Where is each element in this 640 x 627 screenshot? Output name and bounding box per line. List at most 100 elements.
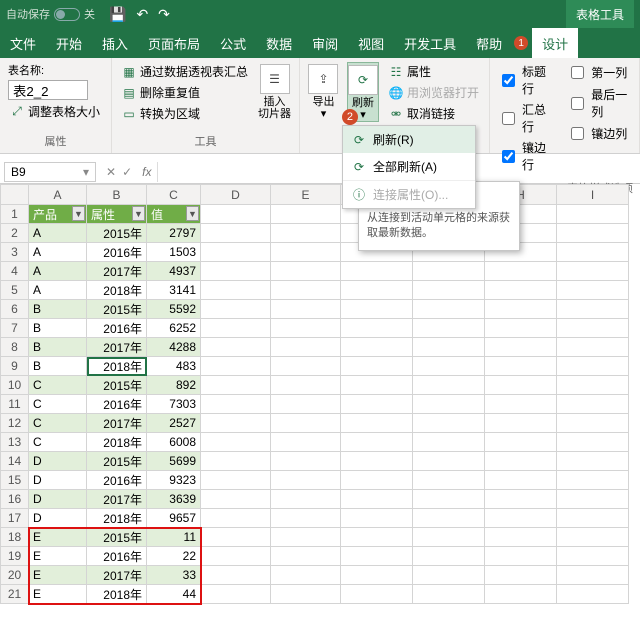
confirm-icon[interactable]: ✓ [122, 165, 132, 179]
cell-H7[interactable] [485, 319, 557, 338]
cell-B21[interactable]: 2018年 [87, 585, 147, 604]
cell-A7[interactable]: B [29, 319, 87, 338]
cell-G20[interactable] [413, 566, 485, 585]
cell-I7[interactable] [557, 319, 629, 338]
convert-range-button[interactable]: ▭转换为区域 [120, 104, 250, 123]
cell-H20[interactable] [485, 566, 557, 585]
refresh-button[interactable]: ⟳ 刷新▾ 2 [347, 62, 379, 122]
cell-B4[interactable]: 2017年 [87, 262, 147, 281]
cell-B13[interactable]: 2018年 [87, 433, 147, 452]
row-header[interactable]: 17 [1, 509, 29, 528]
cell-I19[interactable] [557, 547, 629, 566]
cell-A4[interactable]: A [29, 262, 87, 281]
cell-E15[interactable] [271, 471, 341, 490]
row-header[interactable]: 1 [1, 205, 29, 224]
tab-data[interactable]: 数据 [256, 28, 302, 58]
cell-D3[interactable] [201, 243, 271, 262]
cell-C19[interactable]: 22 [147, 547, 201, 566]
cell-D21[interactable] [201, 585, 271, 604]
cell-G12[interactable] [413, 414, 485, 433]
cell-I13[interactable] [557, 433, 629, 452]
cell-B18[interactable]: 2015年 [87, 528, 147, 547]
autosave-toggle[interactable]: 自动保存 关 [6, 6, 95, 22]
cell-A5[interactable]: A [29, 281, 87, 300]
cell-B10[interactable]: 2015年 [87, 376, 147, 395]
row-header[interactable]: 20 [1, 566, 29, 585]
cell-A2[interactable]: A [29, 224, 87, 243]
cell-H21[interactable] [485, 585, 557, 604]
cell-H5[interactable] [485, 281, 557, 300]
cell-C7[interactable]: 6252 [147, 319, 201, 338]
cell-C13[interactable]: 6008 [147, 433, 201, 452]
table-header-A[interactable]: 产品▼ [29, 205, 87, 224]
cell-D19[interactable] [201, 547, 271, 566]
cell-I17[interactable] [557, 509, 629, 528]
cell-F21[interactable] [341, 585, 413, 604]
row-header[interactable]: 4 [1, 262, 29, 281]
cell-B3[interactable]: 2016年 [87, 243, 147, 262]
redo-icon[interactable]: ↷ [158, 6, 170, 23]
cell-G15[interactable] [413, 471, 485, 490]
cell-C2[interactable]: 2797 [147, 224, 201, 243]
col-header-A[interactable]: A [29, 185, 87, 205]
tab-design[interactable]: 设计 [532, 28, 578, 58]
cell-C6[interactable]: 5592 [147, 300, 201, 319]
menu-conn-props[interactable]: ⓘ连接属性(O)... [343, 180, 475, 208]
cell-C21[interactable]: 44 [147, 585, 201, 604]
cell-A19[interactable]: E [29, 547, 87, 566]
filter-dropdown-icon[interactable]: ▼ [72, 206, 85, 221]
row-header[interactable]: 5 [1, 281, 29, 300]
header-row-checkbox[interactable]: 标题行 [498, 62, 551, 98]
cell-C16[interactable]: 3639 [147, 490, 201, 509]
properties-button[interactable]: ☷属性 [387, 62, 481, 81]
cell-D20[interactable] [201, 566, 271, 585]
row-header[interactable]: 18 [1, 528, 29, 547]
cell-G11[interactable] [413, 395, 485, 414]
cell-F13[interactable] [341, 433, 413, 452]
cell-I14[interactable] [557, 452, 629, 471]
cell-I9[interactable] [557, 357, 629, 376]
cell-I16[interactable] [557, 490, 629, 509]
cell-G19[interactable] [413, 547, 485, 566]
row-header[interactable]: 7 [1, 319, 29, 338]
tab-review[interactable]: 审阅 [302, 28, 348, 58]
cell-E19[interactable] [271, 547, 341, 566]
spreadsheet-grid[interactable]: ABCDEFGHI1产品▼属性▼值▼2A2015年27973A2016年1503… [0, 184, 640, 604]
undo-icon[interactable]: ↶ [136, 6, 148, 23]
cell-B7[interactable]: 2016年 [87, 319, 147, 338]
cell-A14[interactable]: D [29, 452, 87, 471]
cell-A6[interactable]: B [29, 300, 87, 319]
cell-H10[interactable] [485, 376, 557, 395]
row-header[interactable]: 10 [1, 376, 29, 395]
cell-G9[interactable] [413, 357, 485, 376]
cell-E17[interactable] [271, 509, 341, 528]
export-button[interactable]: ⇪ 导出▾ [308, 62, 339, 120]
row-header[interactable]: 19 [1, 547, 29, 566]
cell-D15[interactable] [201, 471, 271, 490]
select-all-corner[interactable] [1, 185, 29, 205]
cell-B14[interactable]: 2015年 [87, 452, 147, 471]
cell-B9[interactable]: 2018年 [87, 357, 147, 376]
cell-F6[interactable] [341, 300, 413, 319]
tab-insert[interactable]: 插入 [92, 28, 138, 58]
cell-A18[interactable]: E [29, 528, 87, 547]
cell-E8[interactable] [271, 338, 341, 357]
cell-H11[interactable] [485, 395, 557, 414]
cell-D8[interactable] [201, 338, 271, 357]
cell-G4[interactable] [413, 262, 485, 281]
cell-E11[interactable] [271, 395, 341, 414]
row-header[interactable]: 11 [1, 395, 29, 414]
cell-C12[interactable]: 2527 [147, 414, 201, 433]
cell-E13[interactable] [271, 433, 341, 452]
cell-I3[interactable] [557, 243, 629, 262]
cell-D16[interactable] [201, 490, 271, 509]
save-icon[interactable]: 💾 [109, 6, 126, 23]
cell-C11[interactable]: 7303 [147, 395, 201, 414]
cell-E16[interactable] [271, 490, 341, 509]
cell-G17[interactable] [413, 509, 485, 528]
cell-I11[interactable] [557, 395, 629, 414]
row-header[interactable]: 15 [1, 471, 29, 490]
tab-layout[interactable]: 页面布局 [138, 28, 210, 58]
cell-B20[interactable]: 2017年 [87, 566, 147, 585]
cell-D9[interactable] [201, 357, 271, 376]
